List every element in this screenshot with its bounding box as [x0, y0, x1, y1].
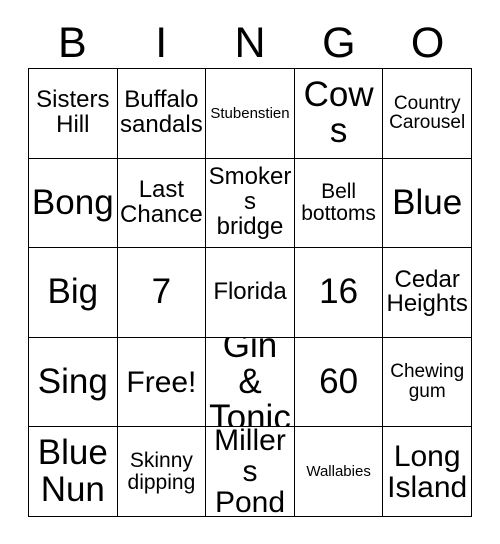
header-letter-b: B	[58, 18, 87, 67]
bingo-cell[interactable]: Long Island	[383, 427, 472, 517]
bingo-cell-label: Sing	[37, 361, 108, 401]
bingo-cell[interactable]: 16	[294, 248, 384, 338]
header-letter-o: O	[410, 18, 445, 67]
bingo-cell-label: Cedar Heights	[386, 265, 468, 318]
bingo-cell[interactable]: Last Chance	[117, 158, 207, 249]
bingo-cell[interactable]: 60	[294, 337, 384, 428]
bingo-cell[interactable]: Millers Pond	[206, 427, 295, 517]
bingo-cell-label: Bell bottoms	[301, 180, 376, 225]
bingo-cell-label: Cows	[303, 74, 374, 151]
bingo-cell[interactable]: 7	[117, 248, 207, 338]
bingo-cell[interactable]: Sisters Hill	[29, 69, 118, 159]
bingo-cell[interactable]: Cows	[294, 69, 384, 159]
bingo-cell-label: Millers Pond	[214, 427, 286, 517]
bingo-cell[interactable]: Wallabies	[294, 427, 384, 517]
bingo-cell[interactable]: Bell bottoms	[294, 158, 384, 249]
bingo-cell-label: Blue Nun	[37, 433, 108, 509]
bingo-cell[interactable]: Big	[29, 248, 118, 338]
bingo-cell-label: Last Chance	[120, 175, 203, 228]
bingo-cell-label: Skinny dipping	[127, 448, 196, 494]
bingo-cell-label: Chewing gum	[390, 361, 465, 403]
bingo-cell[interactable]: Skinny dipping	[117, 427, 207, 517]
bingo-cell-label: Wallabies	[306, 462, 371, 480]
bingo-cell[interactable]: Stubenstien	[206, 69, 295, 159]
bingo-cell[interactable]: Blue	[383, 158, 472, 249]
bingo-card: B I N G O Sisters Hill Buffalo sandals S…	[0, 0, 500, 544]
bingo-cell[interactable]: Cedar Heights	[383, 248, 472, 338]
bingo-header: B I N G O	[28, 18, 472, 68]
bingo-cell-label: Florida	[213, 278, 287, 306]
header-letter-g: G	[322, 18, 356, 67]
bingo-cell-label: Blue	[392, 182, 463, 222]
bingo-cell-label: Gin & Tonic	[209, 337, 291, 428]
bingo-cell-label: Smokers bridge	[208, 163, 292, 241]
bingo-cell[interactable]: Sing	[29, 337, 118, 428]
bingo-cell-label: Sisters Hill	[36, 86, 110, 139]
bingo-cell[interactable]: Chewing gum	[383, 337, 472, 428]
bingo-cell[interactable]: Florida	[206, 248, 295, 338]
bingo-cell-label: Stubenstien	[210, 104, 290, 122]
header-letter-n: N	[234, 18, 266, 67]
bingo-grid: Sisters Hill Buffalo sandals Stubenstien…	[28, 68, 472, 517]
bingo-cell-label: 7	[151, 272, 172, 312]
bingo-cell[interactable]: Country Carousel	[383, 69, 472, 159]
bingo-cell-label: Bong	[31, 182, 114, 222]
bingo-cell-label: Long Island	[387, 439, 468, 504]
bingo-cell-label: Country Carousel	[389, 92, 466, 134]
header-letter-i: I	[155, 18, 168, 67]
bingo-cell[interactable]: Buffalo sandals	[117, 69, 207, 159]
bingo-cell[interactable]: Gin & Tonic	[206, 337, 295, 428]
bingo-cell[interactable]: Blue Nun	[29, 427, 118, 517]
bingo-cell-label: 60	[319, 361, 359, 401]
bingo-cell[interactable]: Smokers bridge	[206, 158, 295, 249]
bingo-cell-label: Buffalo sandals	[120, 86, 203, 139]
bingo-cell-label: Free!	[126, 365, 197, 399]
bingo-cell[interactable]: Bong	[29, 158, 118, 249]
bingo-cell-free[interactable]: Free!	[117, 337, 207, 428]
bingo-cell-label: Big	[47, 272, 99, 312]
bingo-cell-label: 16	[319, 272, 359, 312]
